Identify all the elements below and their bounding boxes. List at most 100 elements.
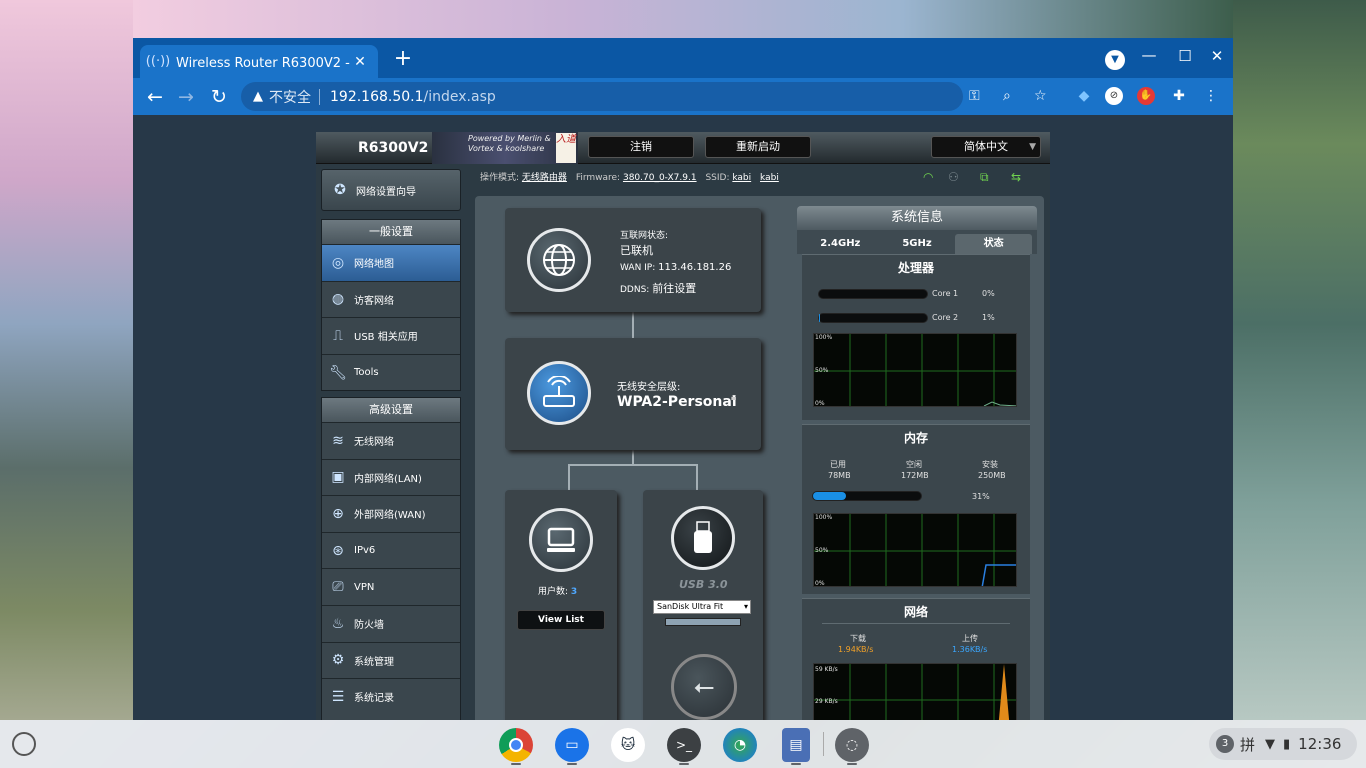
minimize-icon[interactable]: — <box>1139 46 1159 64</box>
terminal-icon[interactable]: >_ <box>667 728 701 762</box>
network-map-icon: ◎ <box>331 254 345 271</box>
memory-bar <box>812 491 922 501</box>
usb-card[interactable]: USB 3.0 SanDisk Ultra Fit ▾ ⭠ <box>643 490 763 720</box>
usb-status-icon[interactable]: ⇆ <box>1011 170 1021 184</box>
ddns-link[interactable]: 前往设置 <box>652 282 696 295</box>
warning-icon: ▲ <box>253 89 263 104</box>
menu-item-wireless[interactable]: ≋ 无线网络 <box>322 422 460 459</box>
view-list-button[interactable]: View List <box>517 610 605 630</box>
zoom-icon[interactable]: ⌕ <box>1003 82 1011 111</box>
stop-extension-icon[interactable]: ✋ <box>1137 87 1155 105</box>
menu-item-label: 外部网络(WAN) <box>354 510 426 522</box>
profile-extension-icon[interactable]: ⊘ <box>1105 87 1123 105</box>
running-indicator <box>511 763 521 765</box>
key-icon[interactable]: ⚿ <box>969 82 980 111</box>
internet-status-label: 互联网状态: <box>620 231 669 241</box>
language-select[interactable]: 简体中文 ▼ <box>931 136 1041 158</box>
cpu-title: 处理器 <box>897 261 934 275</box>
menu-item-firewall[interactable]: ♨ 防火墙 <box>322 604 460 642</box>
wan-status-icon[interactable]: ⧉ <box>980 170 989 185</box>
new-tab-button[interactable]: + <box>391 48 415 72</box>
cpu-axis-bottom: 0% <box>815 400 825 407</box>
chrome-icon[interactable] <box>499 728 533 762</box>
menu-item-label: 网络地图 <box>354 259 394 271</box>
network-grid <box>814 664 1016 720</box>
firmware-value[interactable]: 380.70_0-X7.9.1 <box>623 173 697 183</box>
menu-kebab-icon[interactable]: ⋮ <box>1200 85 1222 107</box>
browser-tab[interactable]: ((·)) Wireless Router R6300V2 - 网络 ✕ <box>140 45 378 78</box>
tab-2-4ghz[interactable]: 2.4GHz <box>802 234 879 254</box>
memory-axis-top: 100% <box>815 514 833 521</box>
tab-5ghz[interactable]: 5GHz <box>879 234 956 254</box>
usb-port-icon[interactable]: ⭠ <box>671 654 737 720</box>
close-window-icon[interactable]: ✕ <box>1207 47 1227 65</box>
clients-status-icon[interactable]: ⚇ <box>948 170 959 184</box>
memory-graph: 100% 50% 0% <box>813 513 1017 587</box>
connector-line <box>696 464 698 490</box>
browser-window: ((·)) Wireless Router R6300V2 - 网络 ✕ + ▼… <box>133 38 1233 720</box>
router-icon[interactable] <box>527 361 591 425</box>
upload-label: 上传 <box>962 634 978 643</box>
menu-item-usb[interactable]: ⎍ USB 相关应用 <box>322 317 460 354</box>
tab-status[interactable]: 状态 <box>955 234 1033 254</box>
reload-icon[interactable]: ↻ <box>206 84 232 110</box>
back-icon[interactable]: ← <box>142 84 168 110</box>
menu-item-log[interactable]: ☰ 系统记录 <box>322 678 460 715</box>
files-icon[interactable]: ▭ <box>555 728 589 762</box>
close-tab-icon[interactable]: ✕ <box>352 54 368 70</box>
forward-icon[interactable]: → <box>173 84 199 110</box>
core2-bar <box>818 313 928 323</box>
menu-item-tools[interactable]: 🔧︎ Tools <box>322 353 460 391</box>
maximize-icon[interactable]: ☐ <box>1175 47 1195 65</box>
extensions-puzzle-icon[interactable]: ✚ <box>1168 85 1190 107</box>
usb-device-select[interactable]: SanDisk Ultra Fit ▾ <box>653 600 751 614</box>
internet-card[interactable]: 互联网状态: 已联机 WAN IP: 113.46.181.26 DDNS: 前… <box>505 208 761 312</box>
usb-drive-icon[interactable] <box>671 506 735 570</box>
usb-symbol: ⭠ <box>693 671 715 702</box>
logo-text: Powered by Merlin & Vortex & koolshare <box>468 134 551 153</box>
menu-item-label: Tools <box>354 367 379 379</box>
cpu-panel: 处理器 Core 1 0% Core 2 1% 100% 50% 0% <box>802 254 1030 420</box>
cat-app-icon[interactable]: 🐱︎ <box>611 728 645 762</box>
running-indicator <box>847 763 857 765</box>
status-tray[interactable]: 3 拼 ▼ ▮ 12:36 <box>1209 728 1357 760</box>
wallpaper-right <box>1233 0 1366 720</box>
running-indicator <box>679 763 689 765</box>
wifi-status-icon[interactable]: ◠ <box>923 170 933 184</box>
menu-item-lan[interactable]: ▣ 内部网络(LAN) <box>322 458 460 496</box>
reboot-button[interactable]: 重新启动 <box>705 136 811 158</box>
setup-wizard[interactable]: ✪ 网络设置向导 <box>321 169 461 211</box>
computer-icon[interactable] <box>529 508 593 572</box>
menu-item-network-map[interactable]: ◎ 网络地图 <box>322 244 460 281</box>
edge-dev-icon[interactable]: ◔ <box>723 728 757 762</box>
tab-search-icon[interactable]: ▼ <box>1105 50 1125 70</box>
address-bar[interactable]: ▲ 不安全 192.168.50.1/index.asp ⚿ ⌕ ☆ <box>241 82 1047 111</box>
launcher-icon[interactable] <box>12 732 36 756</box>
ipv6-icon: ⊛ <box>332 542 344 559</box>
bookmark-star-icon[interactable]: ☆ <box>1034 82 1047 111</box>
docs-icon[interactable]: ▤ <box>782 728 810 762</box>
security-level-label: 无线安全层级: <box>617 382 681 393</box>
globe-icon[interactable] <box>527 228 591 292</box>
battery-icon: ▮ <box>1283 736 1291 752</box>
mode-value[interactable]: 无线路由器 <box>522 173 567 183</box>
wrench-icon: 🔧︎ <box>329 364 347 381</box>
logout-button[interactable]: 注销 <box>588 136 694 158</box>
clients-card[interactable]: 用户数: 3 View List <box>505 490 617 720</box>
clients-label: 用户数: <box>538 587 569 597</box>
router-card[interactable]: 无线安全层级: WPA2-Personal 🔒︎ <box>505 338 761 450</box>
clients-count: 3 <box>570 587 578 597</box>
page-viewport: R6300V2 Powered by Merlin & Vortex & koo… <box>133 115 1233 720</box>
menu-item-vpn[interactable]: ⎚ VPN <box>322 568 460 605</box>
ssid-value-1[interactable]: kabi <box>732 173 751 183</box>
loading-app-icon[interactable]: ◌ <box>835 728 869 762</box>
menu-item-label: 防火墙 <box>354 620 384 632</box>
gem-extension-icon[interactable]: ◆ <box>1073 85 1095 107</box>
ssid-value-2[interactable]: kabi <box>760 173 779 183</box>
menu-item-ipv6[interactable]: ⊛ IPv6 <box>322 531 460 569</box>
menu-item-guest-network[interactable]: ◍ 访客网络 <box>322 280 460 318</box>
menu-item-admin[interactable]: ⚙ 系统管理 <box>322 641 460 679</box>
firewall-icon: ♨ <box>331 615 345 632</box>
menu-item-wan[interactable]: ⊕ 外部网络(WAN) <box>322 495 460 532</box>
connector-line <box>632 450 634 464</box>
